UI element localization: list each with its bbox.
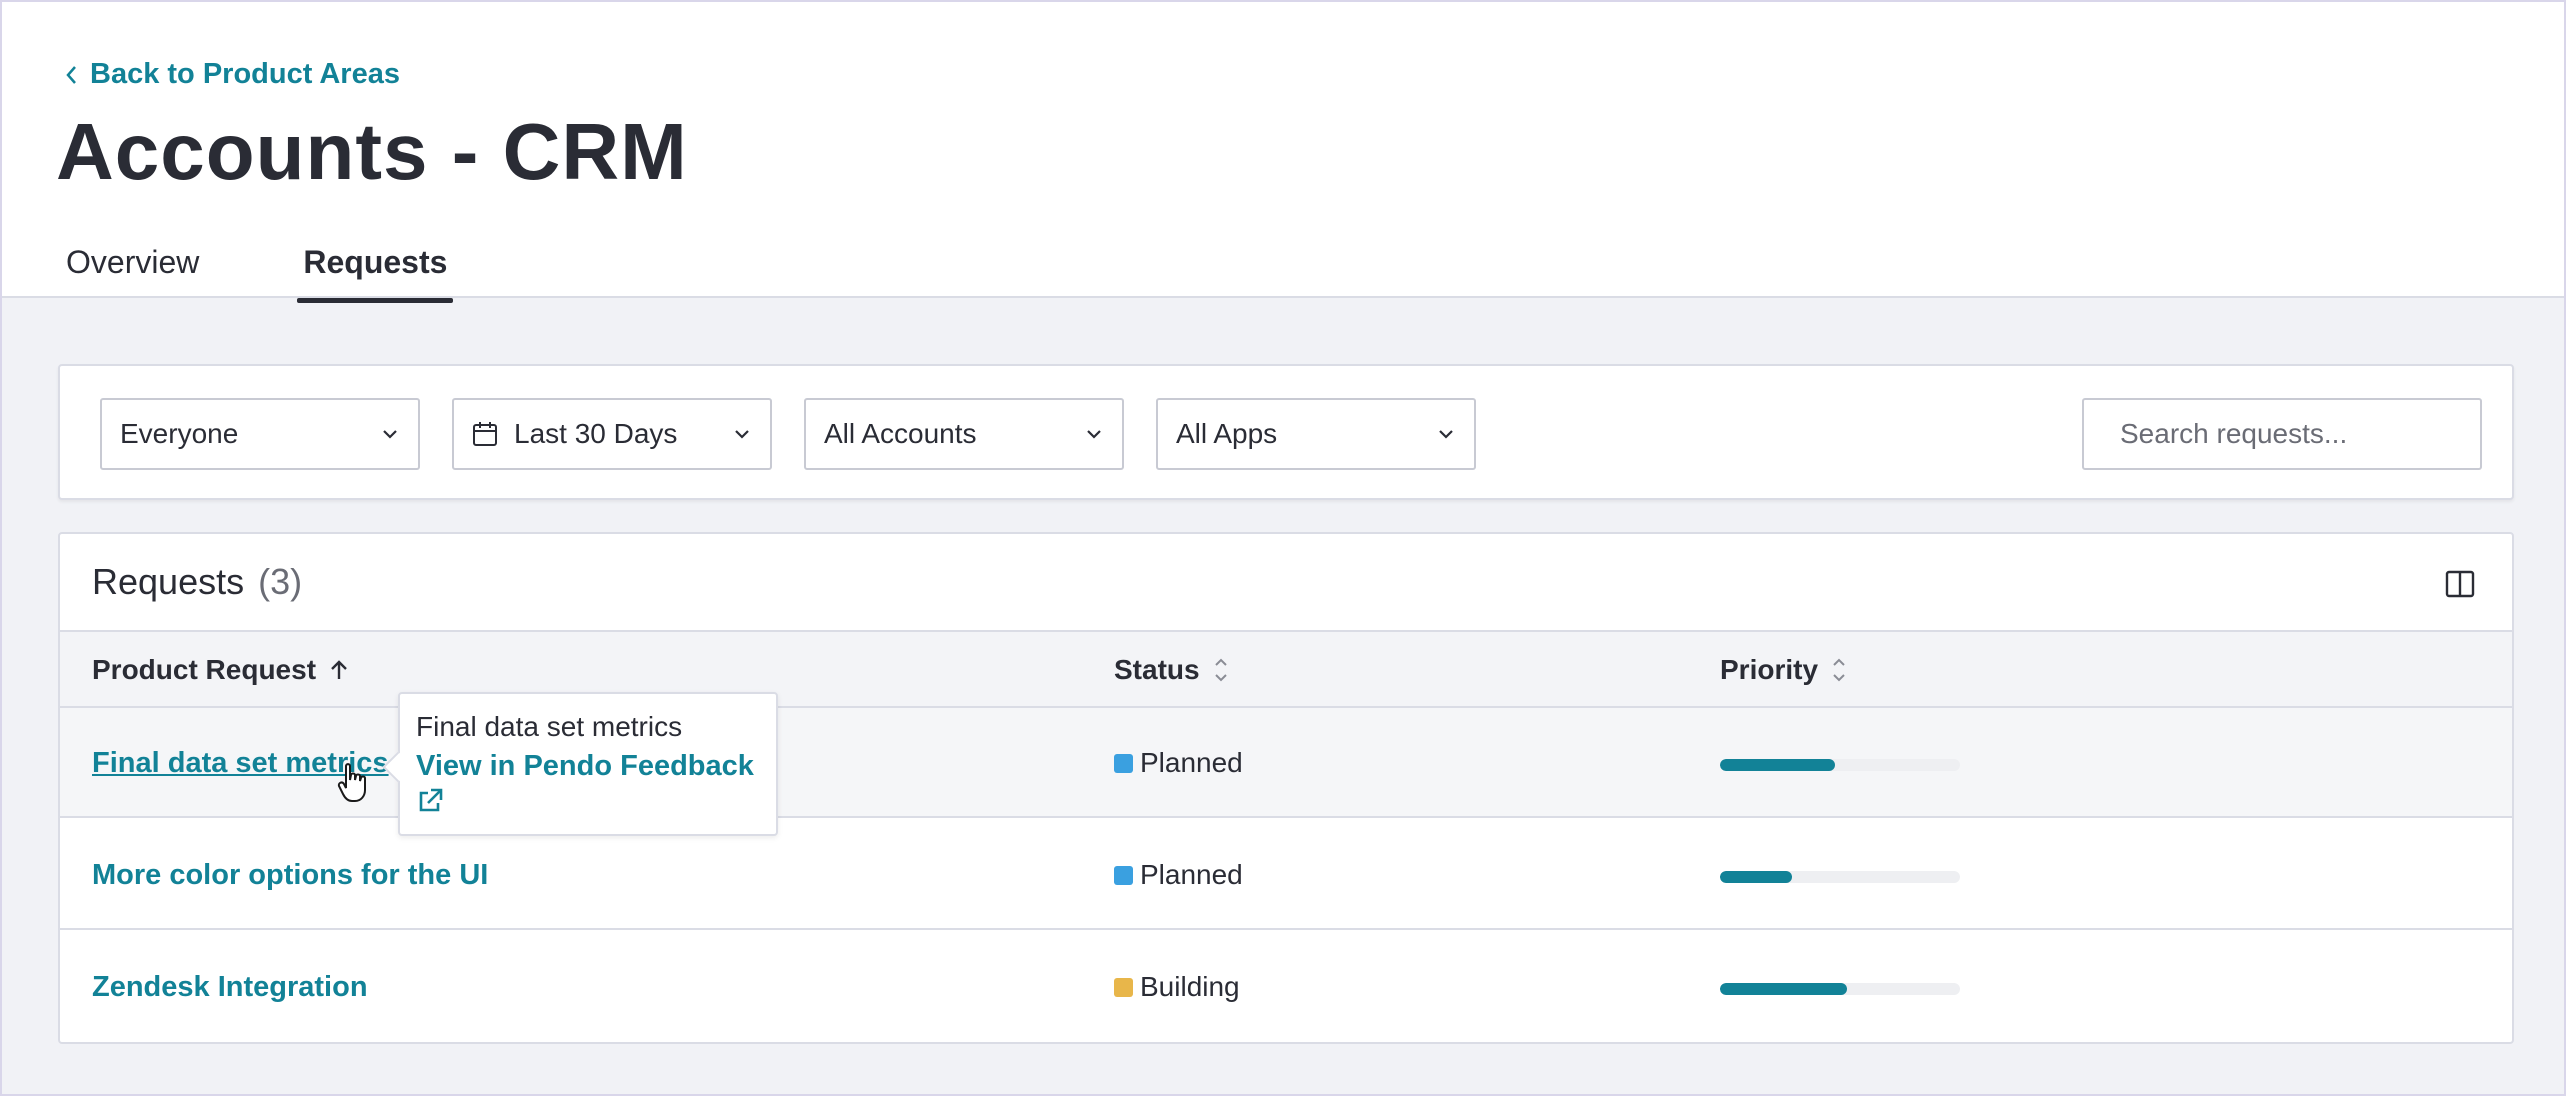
calendar-icon <box>473 422 497 446</box>
arrow-up-icon <box>331 660 347 679</box>
priority-bar-fill <box>1720 871 1792 883</box>
table-count: (3) <box>258 561 303 602</box>
date-range-value: Last 30 Days <box>514 418 678 449</box>
status-cell: Planned <box>1114 820 1243 930</box>
priority-bar-fill <box>1720 759 1836 771</box>
back-to-product-areas-link[interactable]: Back to Product Areas <box>64 58 400 91</box>
priority-bar-fill <box>1720 983 1848 995</box>
page-title: Accounts - CRM <box>56 107 688 196</box>
status-label: Planned <box>1140 859 1243 890</box>
chevron-down-icon <box>383 430 397 439</box>
status-cell: Building <box>1114 932 1240 1042</box>
hand-cursor-icon <box>337 763 366 802</box>
status-cell: Planned <box>1114 708 1243 818</box>
tooltip-title: Final data set metrics <box>416 711 683 742</box>
search-box <box>2082 398 2482 470</box>
accounts-value: All Accounts <box>824 418 977 449</box>
table-row[interactable]: More color options for the UI Planned <box>60 820 2512 930</box>
status-label: Planned <box>1140 747 1243 778</box>
column-priority[interactable]: Priority <box>1720 632 1848 708</box>
tab-bar: Overview Requests <box>60 238 454 303</box>
status-label: Building <box>1140 971 1240 1002</box>
view-in-pendo-feedback-link[interactable]: View in Pendo Feedback <box>416 748 760 786</box>
column-status[interactable]: Status <box>1114 632 1230 708</box>
priority-bar <box>1720 983 1960 995</box>
external-link-icon[interactable] <box>416 787 444 815</box>
column-product-request[interactable]: Product Request <box>92 632 350 708</box>
request-link[interactable]: More color options for the UI <box>92 820 488 930</box>
date-range-dropdown[interactable]: Last 30 Days <box>452 398 772 470</box>
chevron-down-icon <box>1087 430 1101 439</box>
request-tooltip: Final data set metrics View in Pendo Fee… <box>398 692 778 836</box>
table-header-bar: Requests (3) <box>60 534 2512 632</box>
priority-bar <box>1720 759 1960 771</box>
segment-dropdown[interactable]: Everyone <box>100 398 420 470</box>
accounts-dropdown[interactable]: All Accounts <box>804 398 1124 470</box>
chevron-down-icon <box>735 430 749 439</box>
tab-overview[interactable]: Overview <box>60 238 205 297</box>
tab-requests[interactable]: Requests <box>297 238 454 303</box>
segment-value: Everyone <box>120 418 239 449</box>
column-product-request-label: Product Request <box>92 654 317 685</box>
priority-bar <box>1720 871 1960 883</box>
status-dot <box>1114 977 1133 997</box>
column-status-label: Status <box>1114 654 1200 685</box>
table-title: Requests <box>92 561 245 602</box>
page-header: Back to Product Areas Accounts - CRM Ove… <box>2 2 2564 303</box>
apps-dropdown[interactable]: All Apps <box>1156 398 1476 470</box>
apps-value: All Apps <box>1176 418 1278 449</box>
status-dot <box>1114 865 1133 885</box>
column-priority-label: Priority <box>1720 654 1819 685</box>
status-dot <box>1114 753 1133 773</box>
sort-icon <box>1214 658 1227 682</box>
filter-bar: Everyone Last 30 Days All Accounts All A… <box>58 364 2514 500</box>
chevron-left-icon <box>66 65 76 84</box>
request-link[interactable]: Zendesk Integration <box>92 932 368 1042</box>
columns-icon[interactable] <box>2444 568 2476 600</box>
table-row[interactable]: Zendesk Integration Building <box>60 932 2512 1042</box>
chevron-down-icon <box>1439 430 1453 439</box>
search-input[interactable] <box>2120 418 2481 450</box>
back-link-label: Back to Product Areas <box>90 58 400 90</box>
sort-icon <box>1833 658 1845 682</box>
